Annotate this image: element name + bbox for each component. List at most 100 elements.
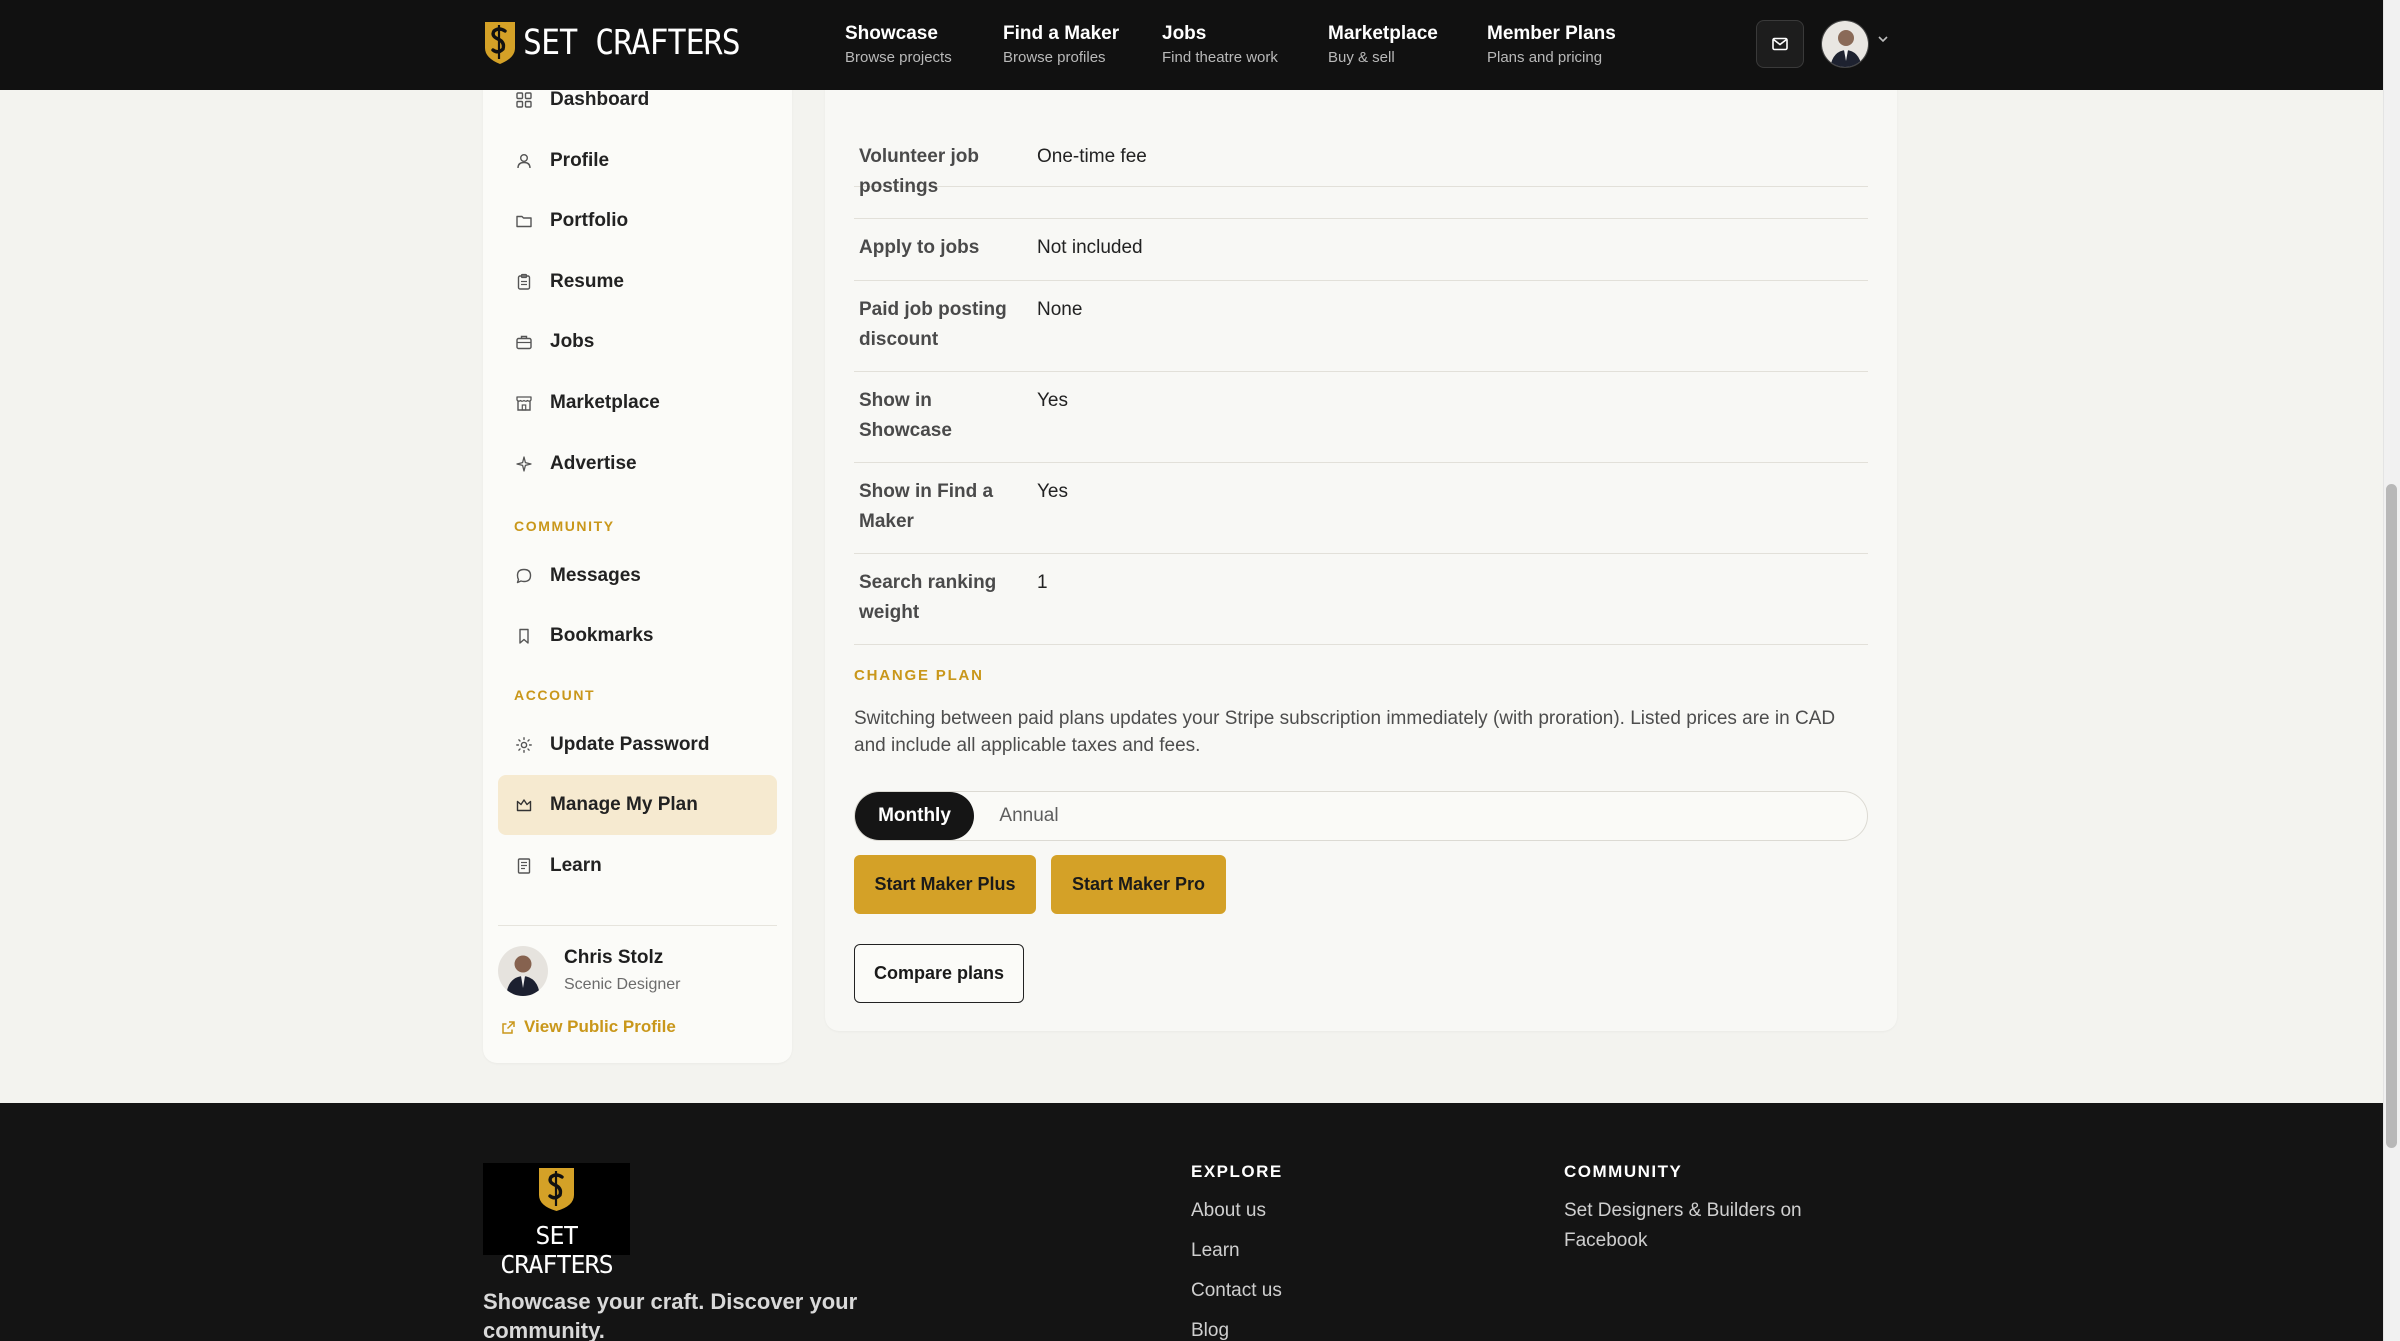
shield-logo-icon	[485, 22, 515, 64]
chevron-down-icon[interactable]	[1876, 32, 1890, 46]
nav-subtitle: Browse projects	[845, 49, 952, 66]
billing-option-monthly[interactable]: Monthly	[855, 792, 974, 840]
nav-title: Jobs	[1162, 23, 1207, 44]
user-icon	[514, 151, 534, 171]
sidebar-item-label: Messages	[550, 565, 641, 586]
view-public-profile-label: View Public Profile	[524, 1017, 676, 1036]
view-public-profile-link[interactable]: View Public Profile	[501, 1017, 676, 1037]
compare-plans-button[interactable]: Compare plans	[854, 944, 1024, 1003]
plan-row-label: Paid job posting discount	[859, 299, 1007, 350]
sidebar-item-label: Bookmarks	[550, 625, 654, 646]
nav-title: Find a Maker	[1003, 23, 1120, 44]
plan-row-apply-to-jobs: Apply to jobs Not included	[854, 219, 1868, 281]
plan-row-paid-job-posting-discount: Paid job posting discount None	[854, 281, 1868, 372]
plan-row-value: Not included	[1037, 237, 1143, 258]
clipboard-icon	[514, 272, 534, 292]
crown-icon	[514, 795, 534, 815]
sidebar-item-label: Profile	[550, 150, 610, 171]
user-name: Chris Stolz	[564, 947, 664, 968]
sidebar-item-label: Advertise	[550, 453, 637, 474]
footer-tagline: Showcase your craft. Discover your commu…	[483, 1289, 858, 1341]
nav-showcase[interactable]: Showcase Browse projects	[845, 22, 952, 68]
chat-icon	[514, 566, 534, 586]
book-icon	[514, 856, 534, 876]
nav-member-plans[interactable]: Member Plans Plans and pricing	[1487, 22, 1616, 68]
mail-icon	[1772, 37, 1788, 51]
sidebar-item-label: Learn	[550, 855, 602, 876]
footer-explore-heading: EXPLORE	[1191, 1162, 1283, 1181]
sidebar-item-jobs[interactable]: Jobs	[498, 312, 777, 372]
plan-row-label: Apply to jobs	[859, 237, 980, 258]
logo-wordmark: SET CRAFTERS	[523, 23, 741, 63]
plan-row-volunteer-job-postings: Volunteer job postings One-time fee	[854, 127, 1868, 219]
sidebar-item-label: Resume	[550, 271, 624, 292]
sidebar-section-account: ACCOUNT	[514, 687, 596, 703]
nav-title: Marketplace	[1328, 23, 1438, 44]
settings-icon	[514, 735, 534, 755]
footer-logo[interactable]: SET CRAFTERS	[483, 1163, 630, 1279]
folder-icon	[514, 211, 534, 231]
nav-marketplace[interactable]: Marketplace Buy & sell	[1328, 22, 1438, 68]
footer-link-blog[interactable]: Blog	[1191, 1316, 1229, 1341]
sidebar-item-label: Update Password	[550, 734, 710, 755]
plan-row-show-in-showcase: Show in Showcase Yes	[854, 372, 1868, 463]
sidebar-item-profile[interactable]: Profile	[498, 131, 777, 191]
top-navbar: SET CRAFTERS Showcase Browse projects Fi…	[0, 0, 2383, 90]
bookmark-icon	[514, 626, 534, 646]
grid-icon	[514, 90, 534, 110]
sparkle-icon	[514, 454, 534, 474]
start-maker-plus-button[interactable]: Start Maker Plus	[854, 855, 1036, 914]
plan-row-value: One-time fee	[1037, 146, 1147, 167]
change-plan-heading: CHANGE PLAN	[854, 667, 984, 684]
sidebar-item-update-password[interactable]: Update Password	[498, 715, 777, 775]
store-icon	[514, 393, 534, 413]
sidebar-item-resume[interactable]: Resume	[498, 252, 777, 312]
sidebar-item-label: Manage My Plan	[550, 794, 698, 815]
plan-row-label: Search ranking weight	[859, 572, 997, 623]
plan-row-value: Yes	[1037, 390, 1068, 411]
plan-row-value: None	[1037, 299, 1083, 320]
external-link-icon	[502, 1020, 515, 1034]
plan-row-show-in-find-a-maker: Show in Find a Maker Yes	[854, 463, 1868, 554]
sidebar-item-marketplace[interactable]: Marketplace	[498, 373, 777, 433]
footer-link-contact[interactable]: Contact us	[1191, 1276, 1282, 1306]
footer-link-facebook-group[interactable]: Set Designers & Builders on Facebook	[1564, 1196, 1854, 1256]
billing-option-annual[interactable]: Annual	[974, 792, 1084, 840]
briefcase-icon	[514, 332, 534, 352]
footer-link-about[interactable]: About us	[1191, 1196, 1266, 1226]
nav-find-a-maker[interactable]: Find a Maker Browse profiles	[1003, 22, 1119, 68]
site-footer: SET CRAFTERS Showcase your craft. Discov…	[0, 1103, 2383, 1341]
sidebar-item-portfolio[interactable]: Portfolio	[498, 191, 777, 251]
plan-row-value: 1	[1037, 572, 1048, 593]
footer-logo-wordmark: SET CRAFTERS	[500, 1221, 613, 1279]
account-sidebar: Dashboard Profile Portfolio Resume Jobs …	[483, 60, 792, 1063]
nav-jobs[interactable]: Jobs Find theatre work	[1162, 22, 1278, 68]
user-role: Scenic Designer	[564, 976, 681, 993]
sidebar-item-label: Marketplace	[550, 392, 660, 413]
sidebar-item-messages[interactable]: Messages	[498, 546, 777, 606]
plan-row-value: Yes	[1037, 481, 1068, 502]
sidebar-item-bookmarks[interactable]: Bookmarks	[498, 606, 777, 666]
footer-community-heading: COMMUNITY	[1564, 1162, 1683, 1181]
nav-subtitle: Find theatre work	[1162, 49, 1278, 66]
nav-subtitle: Browse profiles	[1003, 49, 1106, 66]
scrollbar-thumb[interactable]	[2386, 484, 2397, 1148]
footer-link-learn[interactable]: Learn	[1191, 1236, 1240, 1266]
plan-row-label: Show in Find a Maker	[859, 481, 994, 532]
sidebar-section-community: COMMUNITY	[514, 518, 615, 534]
plan-row-label: Show in Showcase	[859, 390, 952, 441]
sidebar-item-advertise[interactable]: Advertise	[498, 434, 777, 494]
site-logo[interactable]: SET CRAFTERS	[483, 20, 764, 66]
nav-title: Showcase	[845, 23, 938, 44]
user-avatar	[498, 946, 548, 996]
change-plan-description: Switching between paid plans updates you…	[854, 708, 1836, 756]
messages-button[interactable]	[1756, 20, 1804, 68]
start-maker-pro-button[interactable]: Start Maker Pro	[1051, 855, 1226, 914]
account-avatar-button[interactable]	[1821, 20, 1869, 68]
sidebar-item-manage-my-plan[interactable]: Manage My Plan	[498, 775, 777, 835]
billing-period-toggle: Monthly Annual	[854, 791, 1868, 841]
nav-subtitle: Plans and pricing	[1487, 49, 1603, 66]
sidebar-item-learn[interactable]: Learn	[498, 836, 777, 896]
avatar	[1822, 21, 1868, 67]
nav-subtitle: Buy & sell	[1328, 49, 1395, 66]
